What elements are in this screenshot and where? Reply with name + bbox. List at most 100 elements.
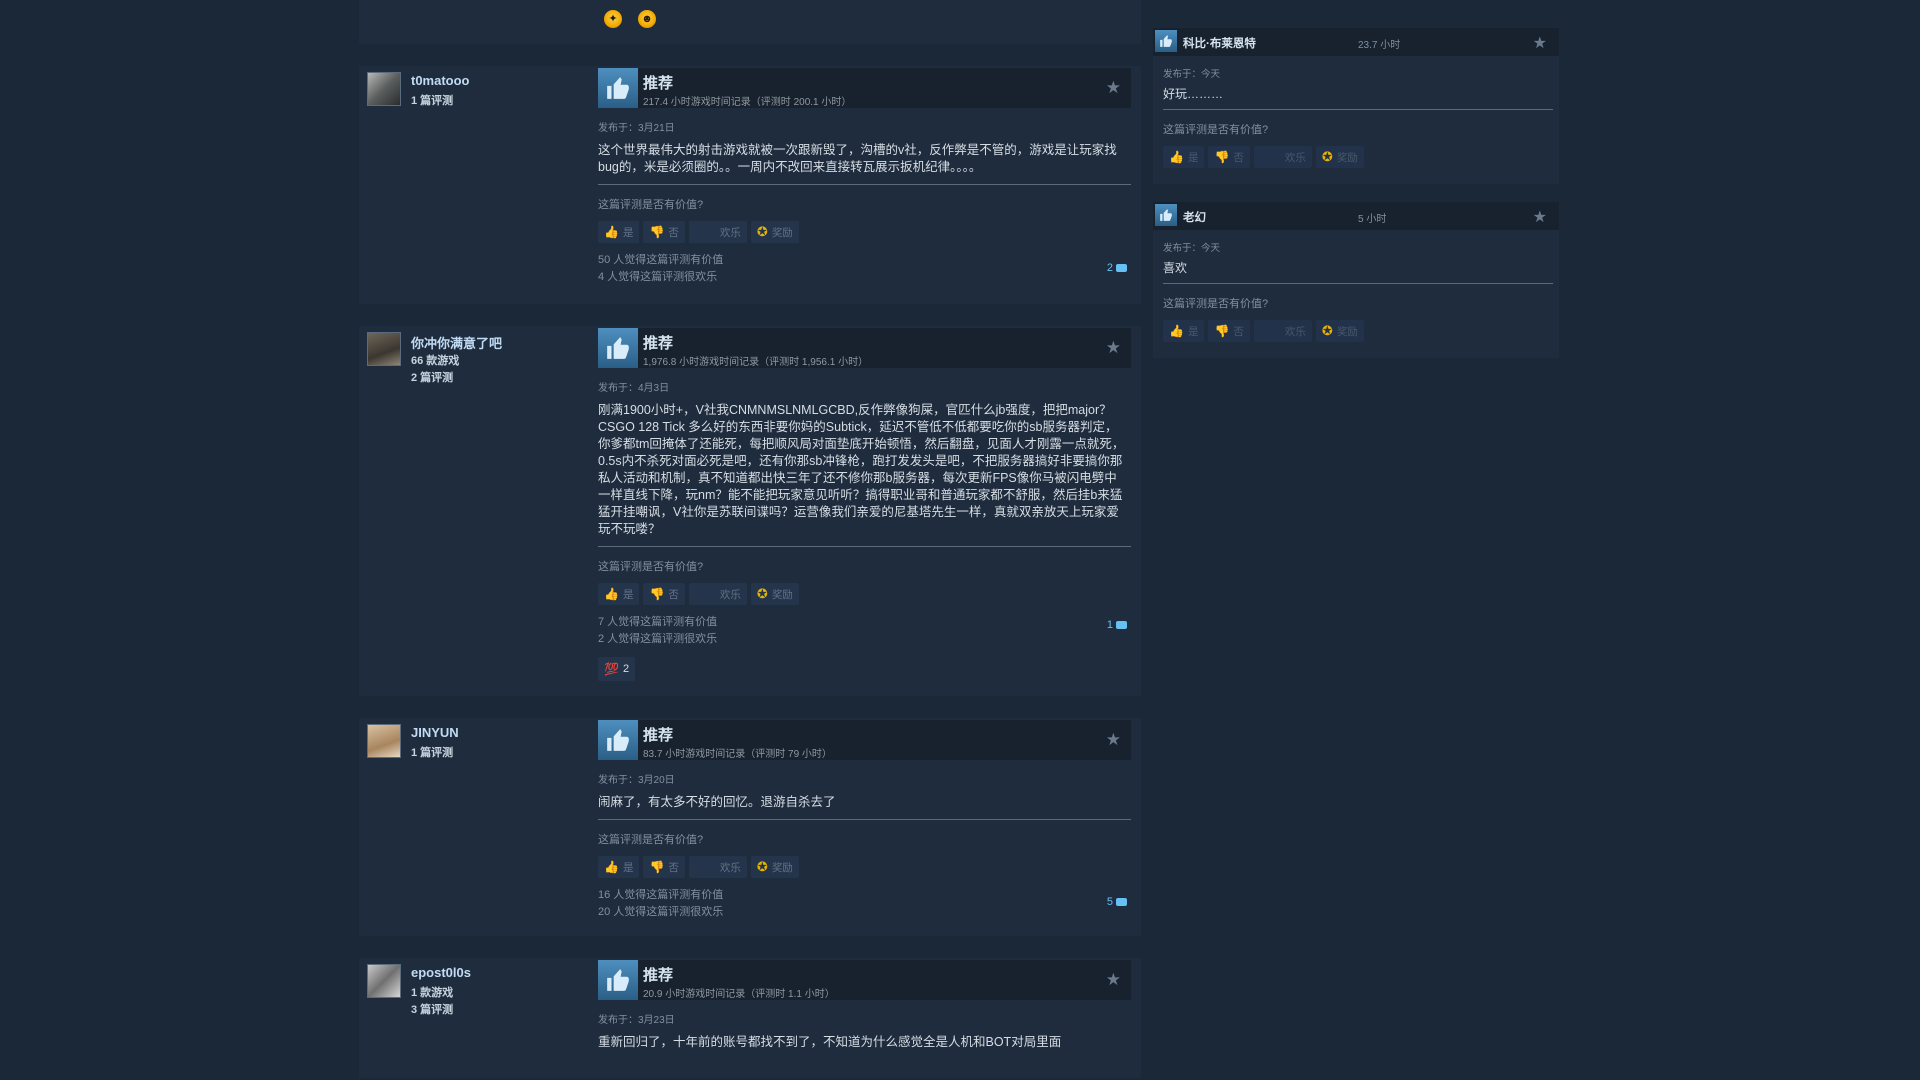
award-button[interactable]: ✪ 奖励 [750, 856, 799, 878]
funny-label: 欢乐 [719, 861, 741, 874]
no-label: 否 [668, 588, 679, 601]
avatar[interactable] [367, 332, 401, 366]
posted-date: 发布于：今天 [1163, 243, 1221, 254]
playtime: 5 小时 [1358, 214, 1387, 225]
comment-number: 2 [1106, 262, 1113, 274]
thumbs-up-icon [598, 960, 638, 1000]
yes-label: 是 [622, 861, 634, 874]
star-icon[interactable]: ★ [1106, 79, 1121, 96]
avatar[interactable] [367, 72, 401, 106]
award-icon: ✪ [756, 586, 768, 601]
funny-count: 4 人觉得这篇评测很欢乐 [598, 271, 718, 283]
no-button[interactable]: 👎 否 [1208, 146, 1250, 168]
reviewer-name[interactable]: 你冲你满意了吧 [411, 333, 502, 352]
funny-button[interactable]: 欢乐 [1253, 146, 1312, 168]
thumbs-down-icon: 👎 [649, 225, 665, 239]
vote-header[interactable]: 推荐 217.4 小时游戏时间记录（评测时 200.1 小时） ★ [598, 68, 1131, 108]
vote-title: 推荐 [643, 335, 674, 352]
yes-button[interactable]: 👍 是 [598, 221, 640, 243]
helpful-count: 7 人觉得这篇评测有价值 [598, 616, 718, 628]
reviewer-review-count[interactable]: 1 篇评测 [411, 92, 453, 108]
review-text: 刚满1900小时+，V社我CNMNMSLNMLGCBD,反作弊像狗屎，官匹什么j… [598, 403, 1125, 536]
award-label: 奖励 [1336, 325, 1358, 338]
reviewer-name[interactable]: 老幻 [1183, 209, 1206, 225]
no-button[interactable]: 👎 否 [1208, 320, 1250, 342]
comment-bubble-icon [1116, 898, 1127, 906]
star-icon[interactable]: ★ [1533, 33, 1547, 53]
reviewer-review-count[interactable]: 1 篇评测 [411, 744, 453, 760]
helpful-question: 这篇评测是否有价值? [1163, 298, 1269, 310]
award-button[interactable]: ✪ 奖励 [1315, 320, 1364, 342]
funny-button[interactable]: 欢乐 [688, 583, 747, 605]
vote-buttons: 👍 是 👎 否 欢乐 ✪ 奖励 [598, 583, 1131, 605]
no-label: 否 [668, 226, 679, 239]
star-icon[interactable]: ★ [1106, 731, 1121, 748]
helpful-count: 16 人觉得这篇评测有价值 [598, 889, 724, 901]
reviewer-review-count[interactable]: 3 篇评测 [411, 1001, 453, 1017]
thumbs-up-icon: 👍 [1169, 324, 1184, 338]
review-stats: 7 人觉得这篇评测有价值 2 人觉得这篇评测很欢乐 [598, 614, 1131, 648]
star-icon[interactable]: ★ [1106, 971, 1121, 988]
reviewer-name[interactable]: t0matooo [411, 73, 470, 88]
no-button[interactable]: 👎 否 [643, 583, 685, 605]
award-label: 奖励 [771, 861, 793, 874]
yes-button[interactable]: 👍 是 [1163, 146, 1205, 168]
yes-button[interactable]: 👍 是 [598, 856, 640, 878]
avatar[interactable] [367, 964, 401, 998]
reviewer-name[interactable]: JINYUN [411, 725, 459, 740]
playtime: 83.7 小时游戏时间记录（评测时 79 小时） [643, 749, 832, 760]
thumbs-up-icon: 👍 [604, 225, 619, 239]
vote-header[interactable]: 推荐 1,976.8 小时游戏时间记录（评测时 1,956.1 小时） ★ [598, 328, 1131, 368]
star-icon[interactable]: ★ [1533, 207, 1547, 227]
funny-button[interactable]: 欢乐 [1253, 320, 1312, 342]
comment-number: 5 [1106, 896, 1113, 908]
posted-date: 发布于：今天 [1163, 69, 1221, 80]
reviewer-game-count[interactable]: 66 款游戏 [411, 352, 459, 368]
reviews-column: ✦ ☻ t0matooo 1 篇评测 推荐 217.4 小时游戏时间记录（评测时… [359, 0, 1141, 1078]
award-gold-icon[interactable]: ✦ [604, 10, 622, 28]
posted-date: 发布于：3月23日 [598, 1015, 675, 1026]
thumbs-down-icon: 👎 [649, 860, 665, 874]
award-button[interactable]: ✪ 奖励 [1315, 146, 1364, 168]
star-icon[interactable]: ★ [1106, 339, 1121, 356]
vote-header[interactable]: 推荐 20.9 小时游戏时间记录（评测时 1.1 小时） ★ [598, 960, 1131, 1000]
reviewer-review-count[interactable]: 2 篇评测 [411, 369, 453, 385]
yes-button[interactable]: 👍 是 [1163, 320, 1205, 342]
award-label: 奖励 [771, 226, 793, 239]
funny-button[interactable]: 欢乐 [688, 221, 747, 243]
reaction-count: 2 [622, 663, 630, 675]
side-review-header[interactable]: 老幻 5 小时 ★ [1153, 202, 1559, 230]
side-review-header[interactable]: 科比·布莱恩特 23.7 小时 ★ [1153, 28, 1559, 56]
comment-count[interactable]: 5 [1107, 896, 1127, 908]
review-text: 重新回归了，十年前的账号都找不到了，不知道为什么感觉全是人机和BOT对局里面 [598, 1035, 1062, 1049]
posted-date: 发布于：3月21日 [598, 123, 675, 134]
no-label: 否 [1233, 325, 1244, 338]
comment-count[interactable]: 2 [1107, 262, 1127, 274]
thumbs-up-icon [598, 328, 638, 368]
no-label: 否 [1233, 151, 1244, 164]
award-sunglasses-icon[interactable]: ☻ [638, 10, 656, 28]
reviewer-game-count[interactable]: 1 款游戏 [411, 984, 453, 1000]
playtime: 217.4 小时游戏时间记录（评测时 200.1 小时） [643, 97, 852, 108]
award-button[interactable]: ✪ 奖励 [750, 221, 799, 243]
avatar[interactable] [367, 724, 401, 758]
reviewer-name[interactable]: 科比·布莱恩特 [1183, 35, 1256, 51]
side-review-card: 老幻 5 小时 ★ 发布于：今天 喜欢 这篇评测是否有价值? 👍 是 👎 否 欢乐 … [1153, 202, 1559, 358]
reaction-badge[interactable]: 💯 2 [598, 657, 636, 681]
vote-header[interactable]: 推荐 83.7 小时游戏时间记录（评测时 79 小时） ★ [598, 720, 1131, 760]
no-button[interactable]: 👎 否 [643, 856, 685, 878]
funny-count: 2 人觉得这篇评测很欢乐 [598, 633, 718, 645]
award-icon: ✪ [1321, 149, 1333, 164]
yes-button[interactable]: 👍 是 [598, 583, 640, 605]
divider [1163, 109, 1553, 110]
reviewer-name[interactable]: epost0l0s [411, 965, 471, 980]
comment-count[interactable]: 1 [1107, 619, 1127, 631]
thumbs-up-icon [598, 720, 638, 760]
funny-button[interactable]: 欢乐 [688, 856, 747, 878]
vote-buttons: 👍 是 👎 否 欢乐 ✪ 奖励 [598, 221, 1131, 243]
funny-label: 欢乐 [1284, 151, 1306, 164]
thumbs-up-icon: 👍 [604, 587, 619, 601]
no-button[interactable]: 👎 否 [643, 221, 685, 243]
review-card: 你冲你满意了吧 66 款游戏 2 篇评测 推荐 1,976.8 小时游戏时间记录… [359, 326, 1141, 696]
award-button[interactable]: ✪ 奖励 [750, 583, 799, 605]
